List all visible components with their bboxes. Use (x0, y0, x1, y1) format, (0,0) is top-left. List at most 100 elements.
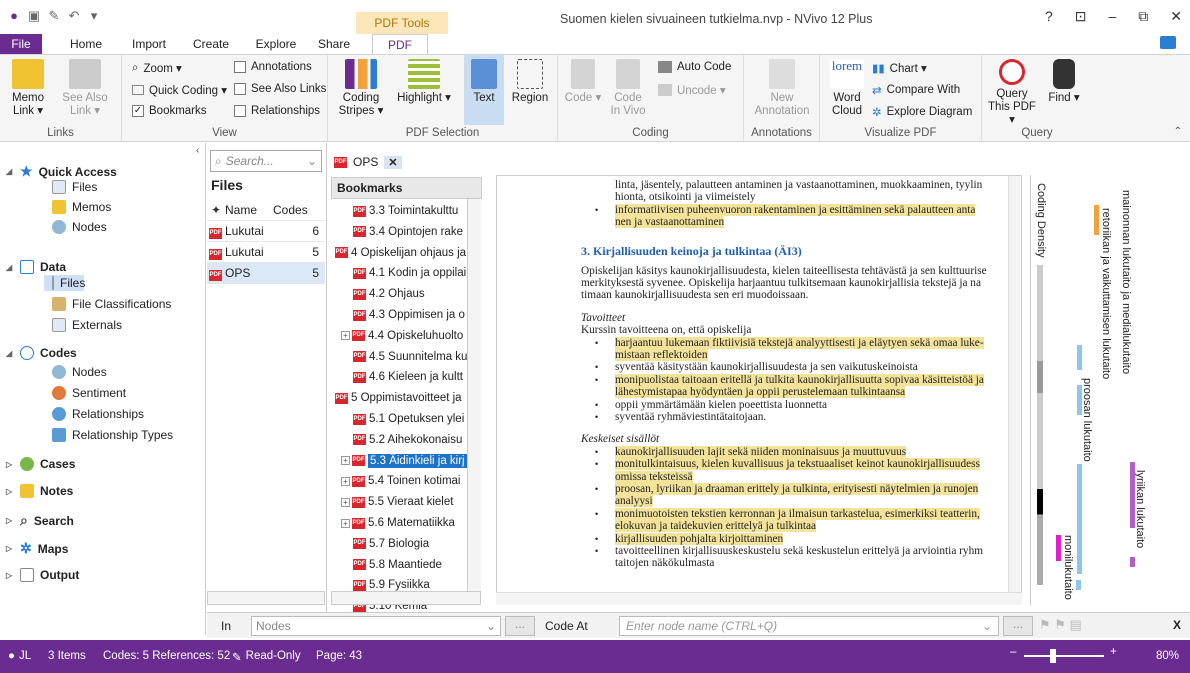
col-name-header[interactable]: Name (225, 203, 273, 217)
bookmark-item[interactable]: PDF 5.7 Biologia (331, 534, 477, 554)
close-tab-icon[interactable]: ✕ (384, 155, 402, 169)
tab-create[interactable]: Create (186, 34, 236, 54)
stripe-label-retoriikka[interactable]: retoriikan ja vaikuttamisen lukutaito (1100, 208, 1112, 379)
stripe-bar-orange[interactable] (1094, 205, 1099, 235)
see-also-link-button[interactable]: See Also Link ▾ (60, 59, 110, 118)
explore-diagram-button[interactable]: ✲ Explore Diagram (872, 105, 972, 119)
browse-nodes-button[interactable]: ... (505, 616, 535, 636)
restore-button[interactable]: ⧉ (1138, 8, 1148, 25)
nav-notes[interactable]: ▷ Notes (6, 484, 73, 498)
stripe-label-media[interactable]: mainonnan lukutaito ja medialukutaito (1120, 190, 1132, 374)
expand-icon[interactable]: + (341, 518, 350, 528)
text-select-button[interactable]: Text (464, 55, 504, 125)
nav-file-classifications[interactable]: File Classifications (52, 297, 171, 311)
zoom-slider-track[interactable] (1024, 655, 1104, 657)
tab-import[interactable]: Import (124, 34, 174, 54)
nav-search[interactable]: ▷ ⌕ Search (6, 512, 74, 529)
bookmark-item[interactable]: PDF 4.2 Ohjaus (331, 284, 477, 304)
bookmark-item[interactable]: PDF 5.2 Aihekokonaisu (331, 430, 477, 450)
see-also-links-checkbox[interactable]: See Also Links (234, 83, 326, 95)
minimize-button[interactable]: – (1108, 8, 1116, 25)
document-horizontal-scrollbar[interactable] (496, 592, 1022, 605)
bookmark-item[interactable]: PDF 3.4 Opintojen rake (331, 222, 477, 242)
tab-home[interactable]: Home (62, 34, 110, 54)
bookmarks-scrollbar[interactable] (467, 199, 481, 591)
relationships-checkbox[interactable]: Relationships (234, 105, 320, 117)
code-in-vivo-button[interactable]: Code In Vivo (608, 59, 648, 118)
nav-data-files[interactable]: Files (44, 275, 85, 291)
bookmark-item[interactable]: + PDF 5.3 Äidinkieli ja kirj (331, 451, 477, 471)
save-icon[interactable]: ▣ (26, 8, 42, 24)
nav-codes-nodes[interactable]: Nodes (52, 365, 107, 379)
close-code-bar-button[interactable]: X (1173, 618, 1181, 632)
query-this-pdf-button[interactable]: Query This PDF ▾ (986, 59, 1038, 127)
nav-relationships[interactable]: Relationships (52, 407, 144, 421)
stripe-label-proosa[interactable]: proosan lukutaito (1081, 378, 1093, 462)
nav-qa-files[interactable]: Files (52, 180, 97, 194)
zoom-dropdown[interactable]: ⌕ Zoom ▾ (132, 61, 182, 76)
stripe-label-lyriikka[interactable]: lyriikan lukutaito (1134, 470, 1146, 548)
memo-link-button[interactable]: Memo Link ▾ (4, 59, 52, 118)
stripe-bar-blue[interactable] (1077, 385, 1082, 415)
new-annotation-button[interactable]: New Annotation (748, 59, 816, 118)
browse-code-at-button[interactable]: ... (1003, 616, 1033, 636)
stripe-label-monilukutaito[interactable]: monilukutaito (1062, 535, 1074, 600)
document-vertical-scrollbar[interactable] (1008, 176, 1020, 592)
bookmark-item[interactable]: PDF 4.1 Kodin ja oppilai (331, 263, 477, 283)
nav-maps[interactable]: ▷ ✲ Maps (6, 540, 68, 557)
col-codes-header[interactable]: Codes (273, 203, 308, 217)
document-tab[interactable]: PDF OPS ✕ (334, 150, 402, 174)
node-name-input[interactable]: Enter node name (CTRL+Q) ⌄ (619, 616, 999, 636)
find-button[interactable]: Find ▾ (1044, 59, 1084, 105)
nav-externals[interactable]: Externals (52, 318, 122, 332)
bookmark-item[interactable]: PDF 5 Oppimistavoitteet ja (331, 388, 477, 408)
bookmark-item[interactable]: PDF 4.6 Kieleen ja kultt (331, 367, 477, 387)
bookmark-item[interactable]: + PDF 5.5 Vieraat kielet (331, 492, 477, 512)
stripe-bar-magenta[interactable] (1056, 535, 1061, 561)
files-horizontal-scrollbar[interactable] (207, 591, 325, 605)
nav-output[interactable]: ▷ Output (6, 568, 79, 582)
bookmark-item[interactable]: + PDF 5.4 Toinen kotimai (331, 471, 477, 491)
file-row[interactable]: PDF Lukutai 5 (207, 242, 325, 263)
expand-icon[interactable]: + (341, 456, 350, 466)
bookmark-item[interactable]: + PDF 4.4 Opiskeluhuolto (331, 326, 477, 346)
uncode-button[interactable]: Uncode ▾ (658, 83, 726, 97)
stripe-bar-blue[interactable] (1077, 345, 1082, 370)
files-search-input[interactable]: ⌕ Search... ⌄ (210, 150, 322, 172)
word-cloud-button[interactable]: lorem Word Cloud (826, 59, 868, 118)
zoom-in-button[interactable]: + (1110, 646, 1117, 658)
tab-explore[interactable]: Explore (248, 34, 304, 54)
nav-qa-memos[interactable]: Memos (52, 200, 111, 214)
bookmark-item[interactable]: PDF 4.5 Suunnitelma ku (331, 347, 477, 367)
ribbon-options-button[interactable]: ⊡ (1075, 8, 1087, 25)
nav-codes[interactable]: ◢ Codes (6, 346, 77, 360)
bookmark-item[interactable]: PDF 5.8 Maantiede (331, 555, 477, 575)
help-button[interactable]: ? (1045, 8, 1053, 25)
feedback-icon[interactable] (1160, 36, 1176, 49)
expand-icon[interactable]: + (341, 331, 350, 341)
edit-icon[interactable]: ✎ (46, 8, 62, 24)
bookmark-item[interactable]: + PDF 5.6 Matematiikka (331, 513, 477, 533)
code-button[interactable]: Code ▾ (564, 59, 602, 105)
stripe-bar-blue[interactable] (1076, 580, 1081, 590)
file-row-selected[interactable]: PDF OPS 5 (207, 263, 325, 284)
annotations-checkbox[interactable]: Annotations (234, 61, 312, 73)
stripe-bar-purple[interactable] (1130, 462, 1135, 528)
chart-button[interactable]: ▮▮ Chart ▾ (872, 61, 927, 75)
pdf-document-view[interactable]: linta, jäsentely, palautteen antaminen j… (496, 175, 1022, 605)
expand-icon[interactable]: + (341, 476, 350, 486)
bookmark-item[interactable]: PDF 5.1 Opetuksen ylei (331, 409, 477, 429)
in-nodes-select[interactable]: Nodes ⌄ (251, 616, 501, 636)
stripe-bar-blue[interactable] (1077, 464, 1082, 574)
nav-qa-nodes[interactable]: Nodes (52, 220, 107, 234)
zoom-out-button[interactable]: – (1010, 646, 1016, 658)
undo-icon[interactable]: ↶ (66, 8, 82, 24)
nav-data[interactable]: ◢ Data (6, 260, 66, 274)
tab-file[interactable]: File (0, 34, 42, 54)
quick-coding-dropdown[interactable]: Quick Coding ▾ (132, 83, 227, 97)
bookmarks-horizontal-scrollbar[interactable] (331, 591, 481, 605)
collapse-nav-icon[interactable]: ‹ (196, 145, 199, 156)
coding-stripes-button[interactable]: Coding Stripes ▾ (334, 59, 388, 118)
nav-sentiment[interactable]: Sentiment (52, 386, 126, 400)
expand-icon[interactable]: + (341, 497, 350, 507)
